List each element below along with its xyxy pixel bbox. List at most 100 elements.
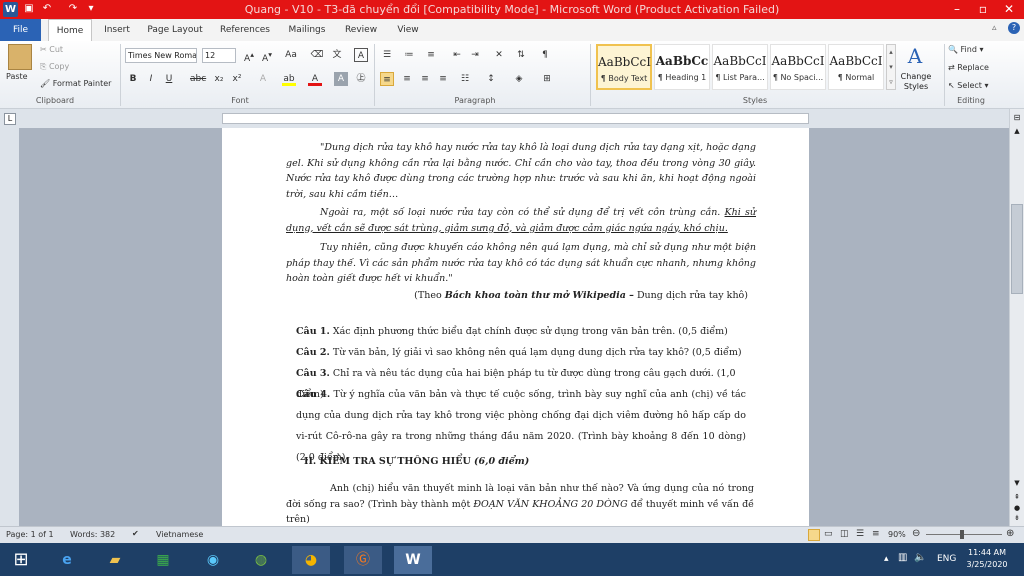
clear-formatting-icon[interactable]: ⌫ <box>310 48 324 62</box>
paste-button[interactable]: Paste <box>6 70 28 84</box>
style-list-paragraph[interactable]: AaBbCcI ¶ List Para... <box>712 44 768 90</box>
tab-view[interactable]: View <box>390 19 426 41</box>
highlight-icon[interactable]: ab <box>282 72 296 86</box>
change-styles-button[interactable]: Change Styles <box>896 72 936 92</box>
character-shading-icon[interactable]: A <box>334 72 348 86</box>
increase-indent-icon[interactable]: ⇥ <box>468 48 482 62</box>
cut-button[interactable]: ✂ Cut <box>40 43 63 57</box>
page-count[interactable]: Page: 1 of 1 <box>6 530 54 539</box>
character-border-icon[interactable]: A <box>354 48 368 62</box>
distributed-icon[interactable]: ☷ <box>458 72 472 86</box>
word-app-icon[interactable]: W <box>3 2 18 17</box>
foxit-pdf-icon[interactable]: Ⓖ <box>344 546 382 574</box>
document-page[interactable]: "Dung dịch rửa tay khô hay nước rửa tay … <box>222 128 809 526</box>
shrink-font-icon[interactable]: A▾ <box>260 48 274 64</box>
excel-icon[interactable]: ▦ <box>144 546 182 574</box>
ruler-toggle-icon[interactable]: ⊟ <box>1012 113 1022 123</box>
input-language[interactable]: ENG <box>937 554 956 564</box>
undo-icon[interactable]: ↶ <box>40 2 54 16</box>
borders-icon[interactable]: ⊞ <box>540 72 554 86</box>
style-body-text[interactable]: AaBbCcI ¶ Body Text <box>596 44 652 90</box>
file-explorer-icon[interactable]: ▰ <box>96 546 134 574</box>
tab-file[interactable]: File <box>0 19 41 41</box>
tab-home[interactable]: Home <box>48 19 92 41</box>
show-formatting-marks-icon[interactable]: ¶ <box>538 48 552 62</box>
font-name-combo[interactable]: Times New Roma <box>125 48 197 63</box>
vertical-scrollbar[interactable]: ⊟ ▲ ▼ ⇞ ● ⇟ <box>1009 109 1024 526</box>
vertical-ruler[interactable] <box>0 128 19 526</box>
select-button[interactable]: ↖ Select ▾ <box>948 79 989 93</box>
align-left-icon[interactable]: ≡ <box>380 72 394 86</box>
bullets-icon[interactable]: ☰ <box>380 48 394 62</box>
decrease-indent-icon[interactable]: ⇤ <box>450 48 464 62</box>
phonetic-guide-icon[interactable]: 文 <box>330 48 344 62</box>
browse-object-icon[interactable]: ● <box>1012 504 1022 514</box>
zoom-slider-thumb[interactable] <box>960 530 964 539</box>
clock-time[interactable]: 11:44 AM <box>962 548 1012 557</box>
zoom-slider[interactable] <box>926 534 1002 535</box>
redo-icon[interactable]: ↷ <box>66 2 80 16</box>
scroll-down-icon[interactable]: ▼ <box>1012 479 1022 489</box>
customize-quick-access-icon[interactable]: ▾ <box>84 2 98 16</box>
copy-button[interactable]: ⎘ Copy <box>40 60 69 74</box>
tab-selector[interactable]: L <box>4 113 16 125</box>
language-status[interactable]: Vietnamese <box>156 530 203 539</box>
change-case-icon[interactable]: Aa <box>284 48 298 62</box>
line-spacing-icon[interactable]: ↕ <box>484 72 498 86</box>
show-hidden-icons-icon[interactable]: ▴ <box>884 554 889 564</box>
enclose-characters-icon[interactable]: ㊤ <box>354 72 368 86</box>
horizontal-ruler[interactable] <box>222 113 809 124</box>
minimize-ribbon-icon[interactable]: ▵ <box>992 23 997 33</box>
print-layout-view-icon[interactable] <box>808 529 820 541</box>
justify-icon[interactable]: ≡ <box>436 72 450 86</box>
volume-icon[interactable]: 🔈 <box>914 552 926 563</box>
word-taskbar-icon[interactable]: W <box>394 546 432 574</box>
italic-icon[interactable]: I <box>144 72 158 86</box>
find-button[interactable]: 🔍 Find ▾ <box>948 43 983 57</box>
bold-icon[interactable]: B <box>126 72 140 86</box>
full-screen-reading-icon[interactable]: ▭ <box>824 529 833 539</box>
shading-icon[interactable]: ◈ <box>512 72 526 86</box>
numbering-icon[interactable]: ≔ <box>402 48 416 62</box>
paste-icon[interactable] <box>8 44 32 70</box>
font-color-icon[interactable]: A <box>308 72 322 86</box>
previous-page-icon[interactable]: ⇞ <box>1012 493 1022 503</box>
windows-start-icon[interactable]: ⊞ <box>2 546 40 574</box>
internet-explorer-icon[interactable]: e <box>48 546 86 574</box>
web-layout-icon[interactable]: ◫ <box>840 529 849 539</box>
draft-view-icon[interactable]: ≡ <box>872 529 880 539</box>
grow-font-icon[interactable]: A▴ <box>242 48 256 64</box>
help-icon[interactable]: ? <box>1008 22 1020 34</box>
clock-date[interactable]: 3/25/2020 <box>962 560 1012 569</box>
styles-scroll-arrows[interactable]: ▴ ▾ ▿ <box>886 44 896 90</box>
coc-coc-icon[interactable]: ◍ <box>242 546 280 574</box>
style-normal[interactable]: AaBbCcI ¶ Normal <box>828 44 884 90</box>
scrollbar-thumb[interactable] <box>1011 204 1023 294</box>
network-icon[interactable]: ▥ <box>898 552 907 563</box>
proofing-icon[interactable]: ✔ <box>132 529 139 538</box>
zoom-level[interactable]: 90% <box>888 530 906 539</box>
strikethrough-icon[interactable]: abc <box>190 72 206 86</box>
asian-layout-icon[interactable]: ✕ <box>492 48 506 62</box>
word-count[interactable]: Words: 382 <box>70 530 115 539</box>
multilevel-list-icon[interactable]: ≡ <box>424 48 438 62</box>
style-heading-1[interactable]: AaBbCc ¶ Heading 1 <box>654 44 710 90</box>
tab-review[interactable]: Review <box>340 19 382 41</box>
tab-insert[interactable]: Insert <box>98 19 136 41</box>
tab-mailings[interactable]: Mailings <box>282 19 332 41</box>
subscript-icon[interactable]: x₂ <box>212 72 226 86</box>
scroll-up-icon[interactable]: ▲ <box>1012 127 1022 137</box>
chrome-icon[interactable]: ◕ <box>292 546 330 574</box>
tab-references[interactable]: References <box>216 19 274 41</box>
zoom-in-icon[interactable]: ⊕ <box>1006 528 1014 539</box>
sort-icon[interactable]: ⇅ <box>514 48 528 62</box>
align-right-icon[interactable]: ≡ <box>418 72 432 86</box>
maximize-button[interactable]: ▫ <box>970 0 996 19</box>
minimize-button[interactable]: – <box>944 0 970 19</box>
font-size-combo[interactable]: 12 <box>202 48 236 63</box>
underline-icon[interactable]: U <box>162 72 176 86</box>
change-styles-icon[interactable]: A <box>902 44 928 70</box>
save-icon[interactable]: ▣ <box>22 2 36 16</box>
text-effects-icon[interactable]: A <box>256 72 270 86</box>
style-no-spacing[interactable]: AaBbCcI ¶ No Spaci... <box>770 44 826 90</box>
